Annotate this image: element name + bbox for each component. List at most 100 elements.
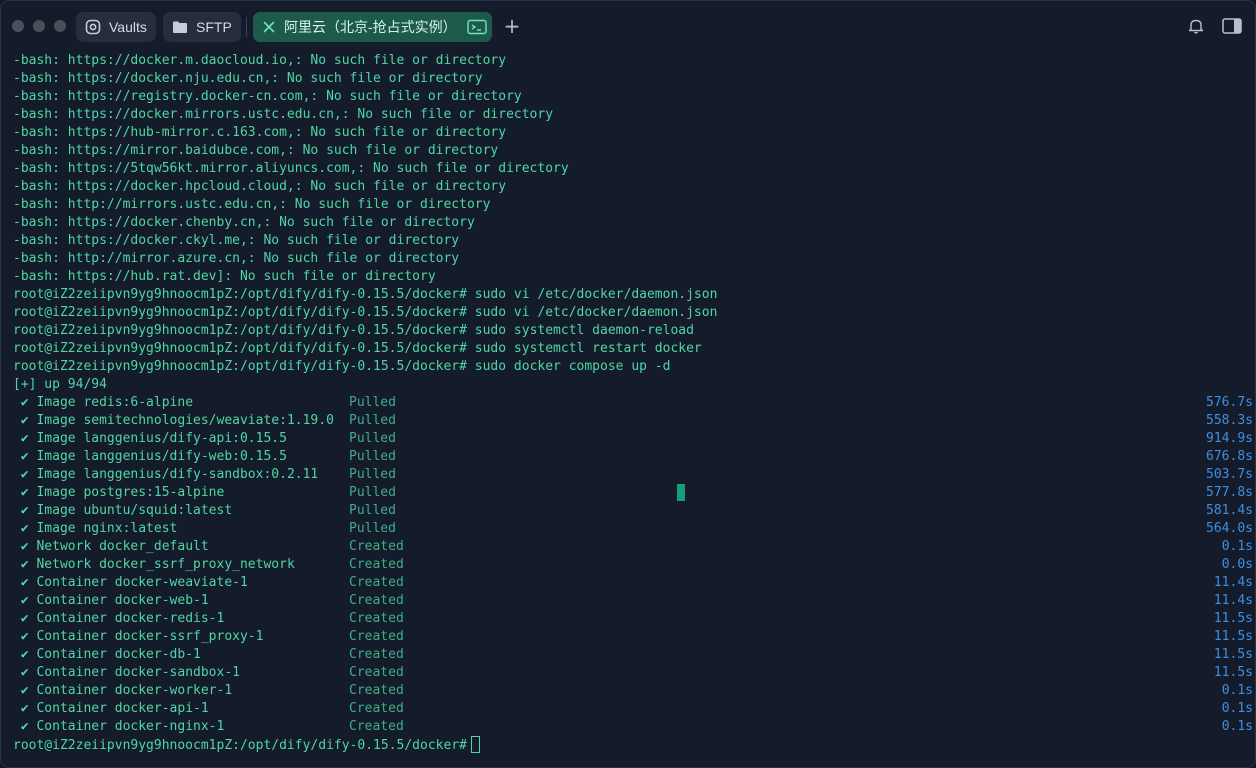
- compose-item-time: 914.9s: [1206, 431, 1253, 446]
- check-icon: ✔: [20, 701, 29, 716]
- compose-item-label: Image langgenius/dify-sandbox:0.2.11: [36, 467, 319, 482]
- close-window-button[interactable]: [12, 20, 24, 32]
- command-line: root@iZ2zeiipvn9yg9hnoocm1pZ:/opt/dify/d…: [13, 322, 1253, 340]
- command-text: sudo vi /etc/docker/daemon.json: [474, 305, 718, 320]
- bash-error-text: -bash: https://docker.ckyl.me,: No such …: [13, 233, 460, 248]
- bash-error-line: -bash: https://hub-mirror.c.163.com,: No…: [13, 124, 1253, 142]
- progress-header: [+] up 94/94: [13, 376, 1253, 394]
- check-icon: ✔: [20, 413, 29, 428]
- tab-vaults-label: Vaults: [109, 19, 147, 35]
- bash-error-line: -bash: https://docker.mirrors.ustc.edu.c…: [13, 106, 1253, 124]
- compose-item-status: Created: [349, 701, 404, 716]
- compose-item-time: 558.3s: [1206, 413, 1253, 428]
- check-icon: ✔: [20, 539, 29, 554]
- check-icon: ✔: [20, 503, 29, 518]
- compose-item-label: Image ubuntu/squid:latest: [36, 503, 233, 518]
- compose-item-row: ✔ Container docker-web-1 Created 11.4s: [13, 592, 1253, 610]
- shell-prompt: root@iZ2zeiipvn9yg9hnoocm1pZ:/opt/dify/d…: [13, 305, 467, 320]
- compose-item-status: Pulled: [349, 413, 396, 428]
- shell-prompt: root@iZ2zeiipvn9yg9hnoocm1pZ:/opt/dify/d…: [13, 341, 467, 356]
- compose-item-time: 503.7s: [1206, 467, 1253, 482]
- command-line: root@iZ2zeiipvn9yg9hnoocm1pZ:/opt/dify/d…: [13, 304, 1253, 322]
- compose-item-status: Pulled: [349, 395, 396, 410]
- check-icon: ✔: [20, 557, 29, 572]
- compose-item-time: 0.0s: [1221, 557, 1253, 572]
- compose-item-time: 11.5s: [1213, 665, 1253, 680]
- bash-error-text: -bash: https://docker.mirrors.ustc.edu.c…: [13, 107, 554, 122]
- check-icon: ✔: [20, 629, 29, 644]
- compose-item-status: Created: [349, 593, 404, 608]
- bash-error-line: -bash: https://docker.ckyl.me,: No such …: [13, 232, 1253, 250]
- check-icon: ✔: [20, 647, 29, 662]
- compose-item-row: ✔ Container docker-api-1 Created 0.1s: [13, 700, 1253, 718]
- compose-item-status: Pulled: [349, 431, 396, 446]
- shell-prompt: root@iZ2zeiipvn9yg9hnoocm1pZ:/opt/dify/d…: [13, 287, 467, 302]
- compose-item-label: Container docker-web-1: [36, 593, 209, 608]
- shell-prompt: root@iZ2zeiipvn9yg9hnoocm1pZ:/opt/dify/d…: [13, 738, 467, 753]
- check-icon: ✔: [20, 665, 29, 680]
- compose-item-status: Pulled: [349, 503, 396, 518]
- tab-aliyun-session[interactable]: 阿里云（北京-抢占式实例）: [253, 12, 492, 42]
- bash-error-text: -bash: https://docker.hpcloud.cloud,: No…: [13, 179, 507, 194]
- compose-item-time: 11.4s: [1213, 575, 1253, 590]
- bash-error-text: -bash: https://hub.rat.dev]: No such fil…: [13, 269, 436, 284]
- new-tab-button[interactable]: +: [501, 15, 523, 37]
- compose-item-label: Container docker-weaviate-1: [36, 575, 248, 590]
- compose-item-label: Image langgenius/dify-web:0.15.5: [36, 449, 287, 464]
- command-line: root@iZ2zeiipvn9yg9hnoocm1pZ:/opt/dify/d…: [13, 286, 1253, 304]
- close-tab-icon[interactable]: [261, 19, 277, 35]
- maximize-window-button[interactable]: [54, 20, 66, 32]
- check-icon: ✔: [20, 395, 29, 410]
- check-icon: ✔: [20, 719, 29, 734]
- terminal-window: Vaults SFTP 阿里云（北京-抢占式实例） + -bash: https: [0, 0, 1256, 768]
- tab-vaults[interactable]: Vaults: [76, 12, 156, 42]
- minimize-window-button[interactable]: [33, 20, 45, 32]
- bash-error-line: -bash: https://docker.nju.edu.cn,: No su…: [13, 70, 1253, 88]
- check-icon: ✔: [20, 593, 29, 608]
- compose-item-row: ✔ Network docker_ssrf_proxy_network Creat…: [13, 556, 1253, 574]
- bash-error-line: -bash: http://mirror.azure.cn,: No such …: [13, 250, 1253, 268]
- check-icon: ✔: [20, 467, 29, 482]
- terminal-output[interactable]: -bash: https://docker.m.daocloud.io,: No…: [13, 52, 1253, 754]
- bash-error-line: -bash: https://hub.rat.dev]: No such fil…: [13, 268, 1253, 286]
- command-line: root@iZ2zeiipvn9yg9hnoocm1pZ:/opt/dify/d…: [13, 340, 1253, 358]
- compose-item-status: Pulled: [349, 485, 396, 500]
- compose-item-row: ✔ Container docker-db-1 Created 11.5s: [13, 646, 1253, 664]
- tab-divider: [246, 17, 247, 37]
- compose-item-label: Container docker-db-1: [36, 647, 201, 662]
- compose-item-status: Created: [349, 665, 404, 680]
- bash-error-line: -bash: http://mirrors.ustc.edu.cn,: No s…: [13, 196, 1253, 214]
- bash-error-line: -bash: https://registry.docker-cn.com,: …: [13, 88, 1253, 106]
- bash-error-line: -bash: https://docker.hpcloud.cloud,: No…: [13, 178, 1253, 196]
- compose-item-time: 576.7s: [1206, 395, 1253, 410]
- compose-item-row: ✔ Container docker-nginx-1 Created 0.1s: [13, 718, 1253, 736]
- compose-item-time: 11.5s: [1213, 629, 1253, 644]
- compose-item-row: ✔ Image langgenius/dify-api:0.15.5 Pulled…: [13, 430, 1253, 448]
- sidebar-toggle-icon[interactable]: [1222, 17, 1242, 35]
- compose-item-status: Pulled: [349, 467, 396, 482]
- tab-sftp[interactable]: SFTP: [163, 12, 241, 42]
- compose-item-row: ✔ Image semitechnologies/weaviate:1.19.0…: [13, 412, 1253, 430]
- compose-item-time: 0.1s: [1221, 719, 1253, 734]
- bash-error-line: -bash: https://docker.m.daocloud.io,: No…: [13, 52, 1253, 70]
- compose-item-row: ✔ Container docker-ssrf_proxy-1 Created 11…: [13, 628, 1253, 646]
- check-icon: ✔: [20, 449, 29, 464]
- bash-error-text: -bash: https://mirror.baidubce.com,: No …: [13, 143, 499, 158]
- command-line: root@iZ2zeiipvn9yg9hnoocm1pZ:/opt/dify/d…: [13, 358, 1253, 376]
- check-icon: ✔: [20, 575, 29, 590]
- bash-error-text: -bash: https://docker.m.daocloud.io,: No…: [13, 53, 507, 68]
- compose-item-time: 564.0s: [1206, 521, 1253, 536]
- bell-icon[interactable]: [1187, 17, 1205, 35]
- tab-sftp-label: SFTP: [196, 19, 232, 35]
- compose-item-label: Image nginx:latest: [36, 521, 178, 536]
- compose-item-time: 11.4s: [1213, 593, 1253, 608]
- compose-item-row: ✔ Image postgres:15-alpine Pulled 577.8s: [13, 484, 1253, 502]
- compose-item-time: 0.1s: [1221, 539, 1253, 554]
- compose-item-label: Container docker-api-1: [36, 701, 209, 716]
- tab-aliyun-label: 阿里云（北京-抢占式实例）: [284, 19, 457, 35]
- compose-item-status: Created: [349, 629, 404, 644]
- compose-item-status: Created: [349, 611, 404, 626]
- progress-header-text: [+] up 94/94: [13, 377, 107, 392]
- bash-error-text: -bash: https://5tqw56kt.mirror.aliyuncs.…: [13, 161, 569, 176]
- compose-item-status: Created: [349, 575, 404, 590]
